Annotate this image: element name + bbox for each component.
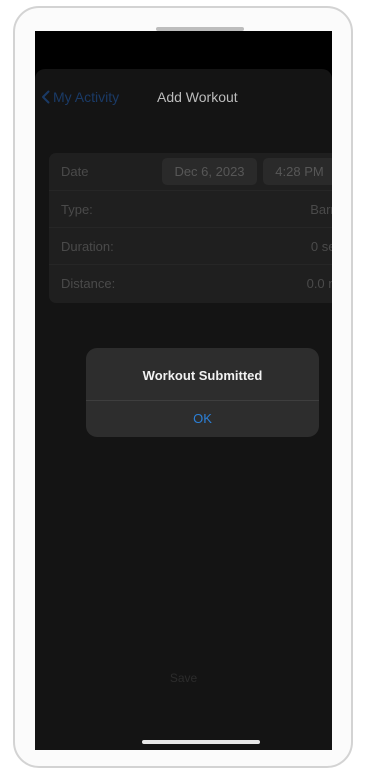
- phone-screen: My Activity Add Workout Date Dec 6, 2023…: [35, 31, 332, 750]
- home-indicator: [142, 740, 260, 744]
- distance-row[interactable]: Distance: 0.0 mi: [49, 264, 332, 301]
- workout-form: Date Dec 6, 2023 4:28 PM Type: Barre Dur…: [49, 153, 332, 303]
- nav-bar: My Activity Add Workout: [35, 83, 332, 111]
- duration-value: 0 sec: [310, 239, 332, 254]
- page-title: Add Workout: [157, 89, 238, 105]
- chevron-left-icon: [42, 90, 50, 104]
- duration-row[interactable]: Duration: 0 sec: [49, 227, 332, 264]
- type-row[interactable]: Type: Barre: [49, 190, 332, 227]
- date-row: Date Dec 6, 2023 4:28 PM: [49, 153, 332, 190]
- ok-button[interactable]: OK: [86, 401, 319, 437]
- type-label: Type:: [61, 202, 93, 217]
- alert-title: Workout Submitted: [142, 368, 263, 383]
- date-label: Date: [61, 164, 89, 179]
- distance-value: 0.0 mi: [306, 276, 332, 291]
- distance-label: Distance:: [61, 276, 116, 291]
- type-value: Barre: [310, 202, 332, 217]
- date-picker[interactable]: Dec 6, 2023: [162, 158, 257, 185]
- duration-label: Duration:: [61, 239, 114, 254]
- time-picker[interactable]: 4:28 PM: [263, 158, 332, 185]
- alert-dialog: Workout Submitted OK: [86, 348, 319, 437]
- back-button[interactable]: My Activity: [41, 89, 119, 105]
- save-button[interactable]: Save: [35, 671, 332, 685]
- back-button-label: My Activity: [53, 89, 120, 105]
